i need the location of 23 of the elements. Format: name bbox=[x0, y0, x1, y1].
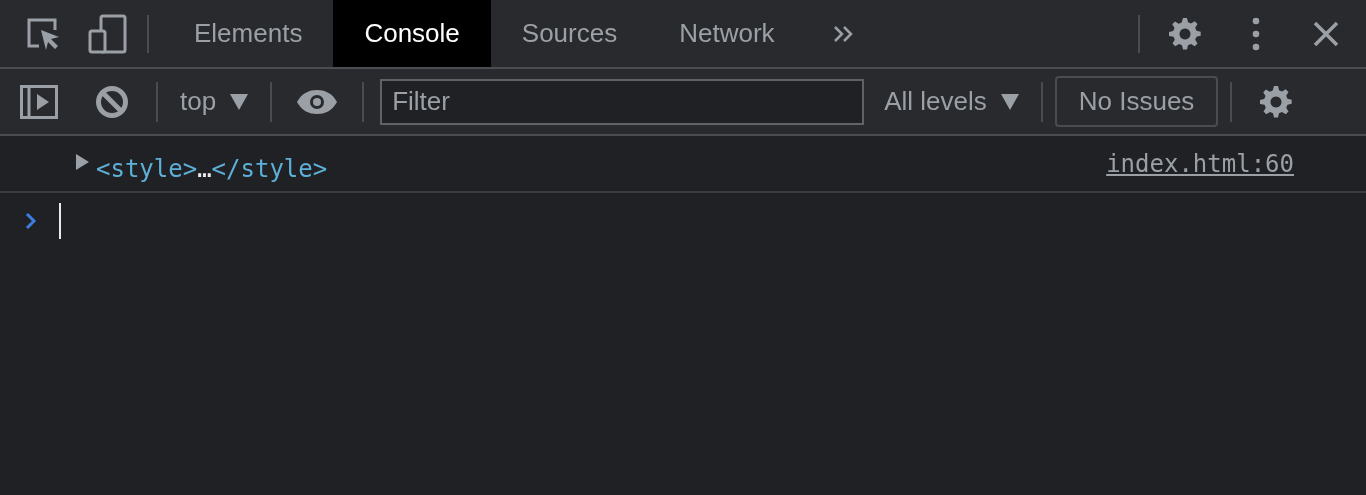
prompt-icon bbox=[25, 212, 37, 230]
sidebar-toggle-icon[interactable] bbox=[20, 84, 58, 119]
context-dropdown[interactable]: top bbox=[170, 86, 259, 117]
expand-triangle-icon[interactable] bbox=[76, 154, 89, 170]
tab[interactable]: Sources bbox=[490, 0, 649, 67]
eye-icon[interactable] bbox=[296, 88, 339, 115]
dropdown-arrow-icon[interactable] bbox=[1000, 93, 1019, 110]
settings-icon[interactable] bbox=[1168, 16, 1202, 51]
close-icon[interactable] bbox=[1313, 20, 1339, 47]
levels-dropdown[interactable]: All levels bbox=[874, 86, 1029, 117]
settings-icon[interactable] bbox=[1259, 84, 1294, 119]
more-options-icon[interactable] bbox=[1252, 16, 1260, 51]
clear-icon[interactable] bbox=[95, 84, 129, 119]
dropdown-arrow-icon[interactable] bbox=[230, 93, 249, 110]
text-cursor bbox=[59, 203, 61, 239]
tab[interactable]: Network bbox=[648, 0, 806, 67]
log-element[interactable]: <style>…</style> bbox=[96, 154, 328, 183]
issues-button[interactable]: No Issues bbox=[1054, 76, 1219, 127]
source-link[interactable]: index.html:60 bbox=[1106, 149, 1294, 178]
tab[interactable]: Elements bbox=[163, 0, 334, 67]
tab[interactable]: Console bbox=[333, 0, 491, 67]
filter-field[interactable]: Filter bbox=[380, 78, 865, 125]
device-icon[interactable] bbox=[87, 13, 127, 54]
